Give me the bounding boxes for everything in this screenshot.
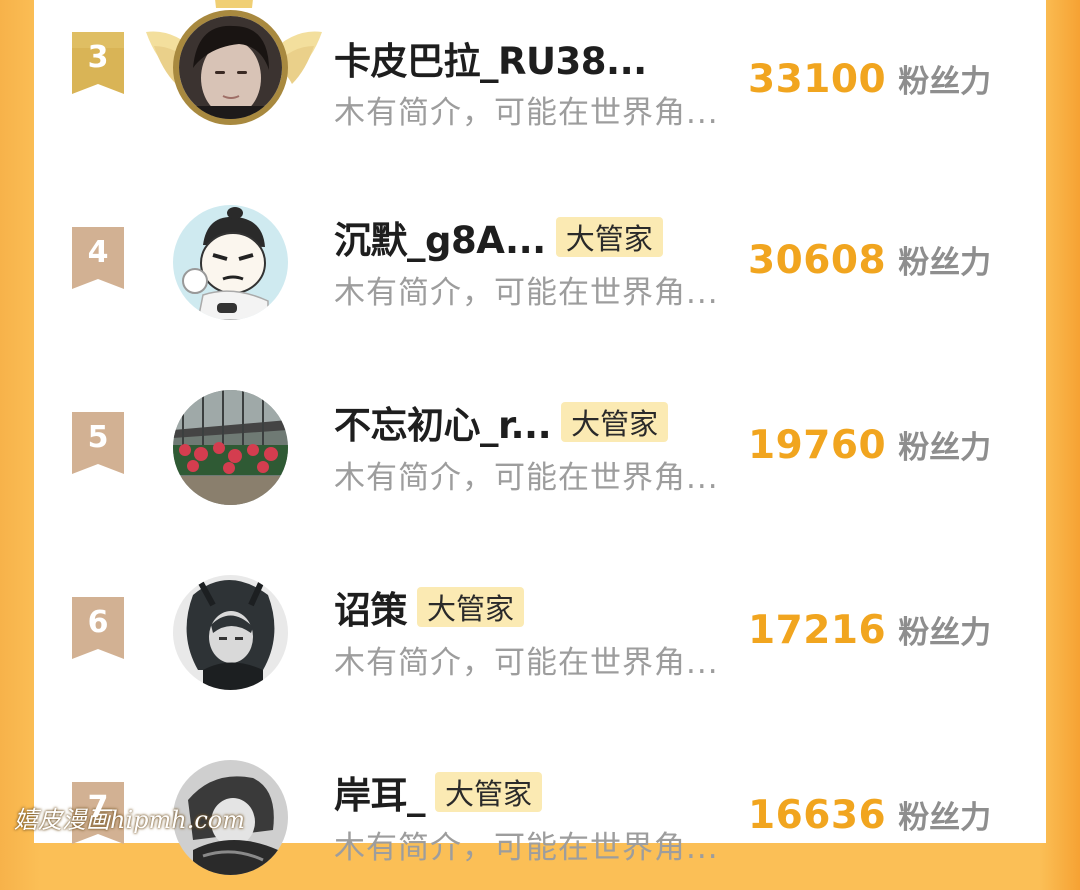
avatar-image	[173, 205, 288, 320]
steward-badge: 大管家	[561, 402, 669, 442]
fans-count: 30608	[748, 238, 887, 283]
list-item[interactable]: 5 不忘初心_r... 大管家 木有简介，可能在世界角... 19760 粉丝力	[34, 370, 1046, 520]
fans-count: 16636	[748, 793, 887, 838]
name-line: 卡皮巴拉_RU38...	[334, 33, 647, 83]
avatar[interactable]	[173, 575, 288, 690]
avatar[interactable]	[173, 10, 288, 125]
avatar-image	[173, 575, 288, 690]
rank-badge: 3	[72, 32, 124, 98]
name-line: 诏策 大管家	[334, 580, 525, 634]
fans-power: 16636 粉丝力	[748, 792, 991, 838]
ranking-list: 3 卡皮巴拉_RU38... 木有简介，可能在世界角... 33100 粉丝力 …	[34, 0, 1046, 875]
fans-unit: 粉丝力	[898, 430, 992, 466]
username[interactable]: 沉默_g8A...	[334, 210, 546, 264]
fans-power: 30608 粉丝力	[748, 237, 991, 283]
name-line: 不忘初心_r... 大管家	[334, 395, 669, 449]
fans-power: 19760 粉丝力	[748, 422, 991, 468]
username[interactable]: 卡皮巴拉_RU38...	[334, 31, 647, 85]
user-bio: 木有简介，可能在世界角...	[334, 645, 719, 681]
rank-number: 5	[87, 420, 109, 455]
steward-badge: 大管家	[555, 217, 663, 257]
rank-badge: 5	[72, 412, 124, 478]
avatar[interactable]	[173, 390, 288, 505]
rank-badge: 6	[72, 597, 124, 663]
user-bio: 木有简介，可能在世界角...	[334, 830, 719, 866]
rank-badge: 4	[72, 227, 124, 293]
fans-count: 33100	[748, 57, 887, 102]
username[interactable]: 不忘初心_r...	[334, 395, 552, 449]
list-item[interactable]: 3 卡皮巴拉_RU38... 木有简介，可能在世界角... 33100 粉丝力	[34, 0, 1046, 140]
user-bio: 木有简介，可能在世界角...	[334, 95, 719, 131]
user-bio: 木有简介，可能在世界角...	[334, 460, 719, 496]
list-item[interactable]: 6 诏策 大管家 木有简介，可能在世界角... 17216 粉丝力	[34, 555, 1046, 705]
username[interactable]: 岸耳_	[334, 765, 426, 819]
rank-number: 7	[87, 790, 109, 825]
fans-unit: 粉丝力	[898, 615, 992, 651]
avatar-image	[173, 390, 288, 505]
fans-count: 19760	[748, 423, 887, 468]
rank-number: 3	[87, 40, 109, 75]
avatar[interactable]	[173, 205, 288, 320]
fans-unit: 粉丝力	[898, 800, 992, 836]
user-bio: 木有简介，可能在世界角...	[334, 275, 719, 311]
watermark: 嬉皮漫画hipmh.com	[14, 806, 245, 834]
fans-unit: 粉丝力	[898, 64, 992, 100]
steward-badge: 大管家	[417, 587, 525, 627]
fans-unit: 粉丝力	[898, 245, 992, 281]
fans-power: 17216 粉丝力	[748, 607, 991, 653]
fans-count: 17216	[748, 608, 887, 653]
name-line: 岸耳_ 大管家	[334, 765, 543, 819]
rank-number: 4	[87, 235, 109, 270]
fans-power: 33100 粉丝力	[748, 56, 991, 102]
list-item[interactable]: 4 沉默_g8A... 大管家 木有简介，可能在世界角... 30608 粉丝力	[34, 185, 1046, 335]
name-line: 沉默_g8A... 大管家	[334, 212, 663, 262]
avatar-image	[179, 16, 282, 119]
username[interactable]: 诏策	[334, 580, 408, 634]
steward-badge: 大管家	[435, 772, 543, 812]
rank-number: 6	[87, 605, 109, 640]
